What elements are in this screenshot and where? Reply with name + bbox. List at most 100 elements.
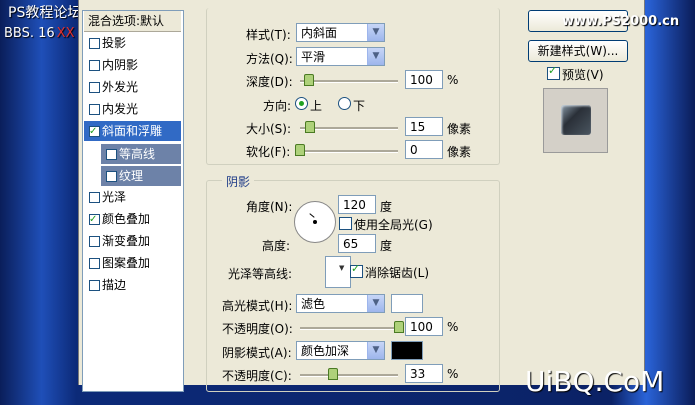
style-list-item[interactable]: 颜色叠加 (84, 209, 181, 230)
direction-up-label: 上 (310, 99, 323, 113)
altitude-input[interactable]: 65 (338, 234, 376, 253)
highlight-opacity-slider[interactable] (300, 321, 404, 333)
style-list-item[interactable]: 渐变叠加 (84, 231, 181, 251)
highlight-mode-select[interactable]: 滤色 ▼ (296, 294, 385, 313)
highlight-opacity-slider-thumb[interactable] (394, 321, 404, 333)
direction-down-label: 下 (353, 99, 366, 113)
style-list-item[interactable]: 等高线 (101, 143, 181, 164)
watermark-site-top-left: PS教程论坛 (8, 5, 82, 21)
angle-dial[interactable] (294, 201, 336, 243)
style-list-item-checkbox[interactable] (89, 192, 100, 203)
blend-options-label: 混合选项:默认 (88, 14, 165, 28)
shadow-opacity-label: 不透明度(C): (222, 369, 292, 383)
style-list-item[interactable]: 内发光 (84, 99, 181, 119)
style-list-item-checkbox[interactable] (106, 171, 117, 182)
soften-label: 软化(F): (246, 145, 291, 159)
style-list-item-label: 内阴影 (102, 58, 139, 72)
style-list-item-checkbox[interactable] (89, 82, 100, 93)
preview-label: 预览(V) (562, 68, 604, 82)
watermark-bbs-text: BBS. 16 (4, 26, 55, 41)
chevron-down-icon: ▼ (367, 295, 384, 312)
style-list-item-label: 等高线 (119, 147, 156, 161)
direction-label: 方向: (263, 99, 292, 113)
highlight-mode-value: 滤色 (301, 297, 326, 311)
style-list-item-label: 图案叠加 (102, 256, 151, 270)
style-list-item-label: 投影 (102, 36, 127, 50)
style-list-item-label: 光泽 (102, 190, 127, 204)
shadow-mode-label: 阴影模式(A): (222, 346, 292, 360)
style-list-item-label: 描边 (102, 278, 127, 292)
size-input[interactable]: 15 (405, 117, 443, 136)
angle-dial-center-icon (313, 220, 317, 224)
shadow-opacity-input[interactable]: 33 (405, 364, 443, 383)
altitude-label: 高度: (262, 239, 291, 253)
depth-slider-thumb[interactable] (304, 74, 314, 86)
direction-down-radio[interactable] (338, 97, 351, 110)
depth-input[interactable]: 100 (405, 70, 443, 89)
shadow-mode-select[interactable]: 颜色加深 ▼ (296, 341, 385, 360)
style-select[interactable]: 内斜面 ▼ (296, 23, 385, 42)
shadow-opacity-slider[interactable] (300, 368, 398, 380)
shadow-color-swatch[interactable] (391, 341, 423, 360)
technique-select[interactable]: 平滑 ▼ (296, 47, 385, 66)
size-slider-thumb[interactable] (305, 121, 315, 133)
global-light-checkbox[interactable] (339, 217, 352, 230)
style-list-item-label: 渐变叠加 (102, 234, 151, 248)
style-list-item-checkbox[interactable] (89, 258, 100, 269)
soften-input[interactable]: 0 (405, 140, 443, 159)
chevron-down-icon: ▼ (367, 342, 384, 359)
highlight-color-swatch[interactable] (391, 294, 423, 313)
style-list-item[interactable]: 图案叠加 (84, 253, 181, 273)
style-list-item-checkbox[interactable] (89, 122, 100, 142)
chevron-down-icon: ▼ (367, 24, 384, 41)
style-list-item-label: 纹理 (119, 169, 144, 183)
style-select-value: 内斜面 (301, 26, 338, 40)
style-list-item-label: 外发光 (102, 80, 139, 94)
angle-unit: 度 (380, 200, 393, 214)
anti-alias-checkbox[interactable] (350, 262, 363, 278)
style-list-item-checkbox[interactable] (89, 60, 100, 71)
style-list-item-checkbox[interactable] (89, 38, 100, 49)
soften-slider-thumb[interactable] (295, 144, 305, 156)
size-slider[interactable] (300, 121, 398, 133)
preview-checkbox[interactable] (547, 64, 560, 80)
shadow-opacity-unit: % (447, 367, 459, 381)
style-list-item-checkbox[interactable] (89, 104, 100, 115)
style-label: 样式(T): (246, 28, 291, 42)
anti-alias-label: 消除锯齿(L) (365, 266, 430, 280)
style-list-item[interactable]: 描边 (84, 275, 181, 295)
watermark-site-top-right: www.PS2000.cn (562, 14, 680, 29)
gloss-contour-label: 光泽等高线: (228, 267, 293, 281)
shadow-opacity-slider-thumb[interactable] (328, 368, 338, 380)
highlight-opacity-unit: % (447, 320, 459, 334)
shading-title: 阴影 (222, 173, 255, 190)
style-list-item-checkbox[interactable] (89, 236, 100, 247)
global-light-label: 使用全局光(G) (354, 218, 433, 232)
style-list-item[interactable]: 光泽 (84, 187, 181, 207)
style-list-item[interactable]: 纹理 (101, 165, 181, 186)
angle-input[interactable]: 120 (338, 195, 376, 214)
direction-up-radio[interactable] (295, 97, 308, 110)
blend-options-header[interactable]: 混合选项:默认 (84, 11, 181, 32)
altitude-unit: 度 (380, 239, 393, 253)
style-preview-thumbnail (543, 88, 608, 153)
chevron-down-icon: ▼ (339, 264, 345, 272)
style-list-item-checkbox[interactable] (106, 149, 117, 160)
gloss-contour-dropdown[interactable] (326, 257, 336, 285)
style-list-item-checkbox[interactable] (89, 280, 100, 291)
style-list-item[interactable]: 斜面和浮雕 (84, 121, 181, 142)
chevron-down-icon: ▼ (367, 48, 384, 65)
size-label: 大小(S): (246, 122, 292, 136)
style-list-item[interactable]: 内阴影 (84, 55, 181, 75)
highlight-opacity-input[interactable]: 100 (405, 317, 443, 336)
style-list-item[interactable]: 外发光 (84, 77, 181, 97)
highlight-opacity-label: 不透明度(O): (222, 322, 293, 336)
new-style-button[interactable]: 新建样式(W)... (528, 40, 628, 62)
depth-label: 深度(D): (246, 75, 293, 89)
highlight-mode-label: 高光模式(H): (222, 299, 293, 313)
soften-slider[interactable] (295, 144, 398, 156)
depth-slider[interactable] (300, 74, 398, 86)
style-list-item-checkbox[interactable] (89, 210, 100, 230)
size-unit: 像素 (447, 122, 472, 136)
style-list-item[interactable]: 投影 (84, 33, 181, 53)
